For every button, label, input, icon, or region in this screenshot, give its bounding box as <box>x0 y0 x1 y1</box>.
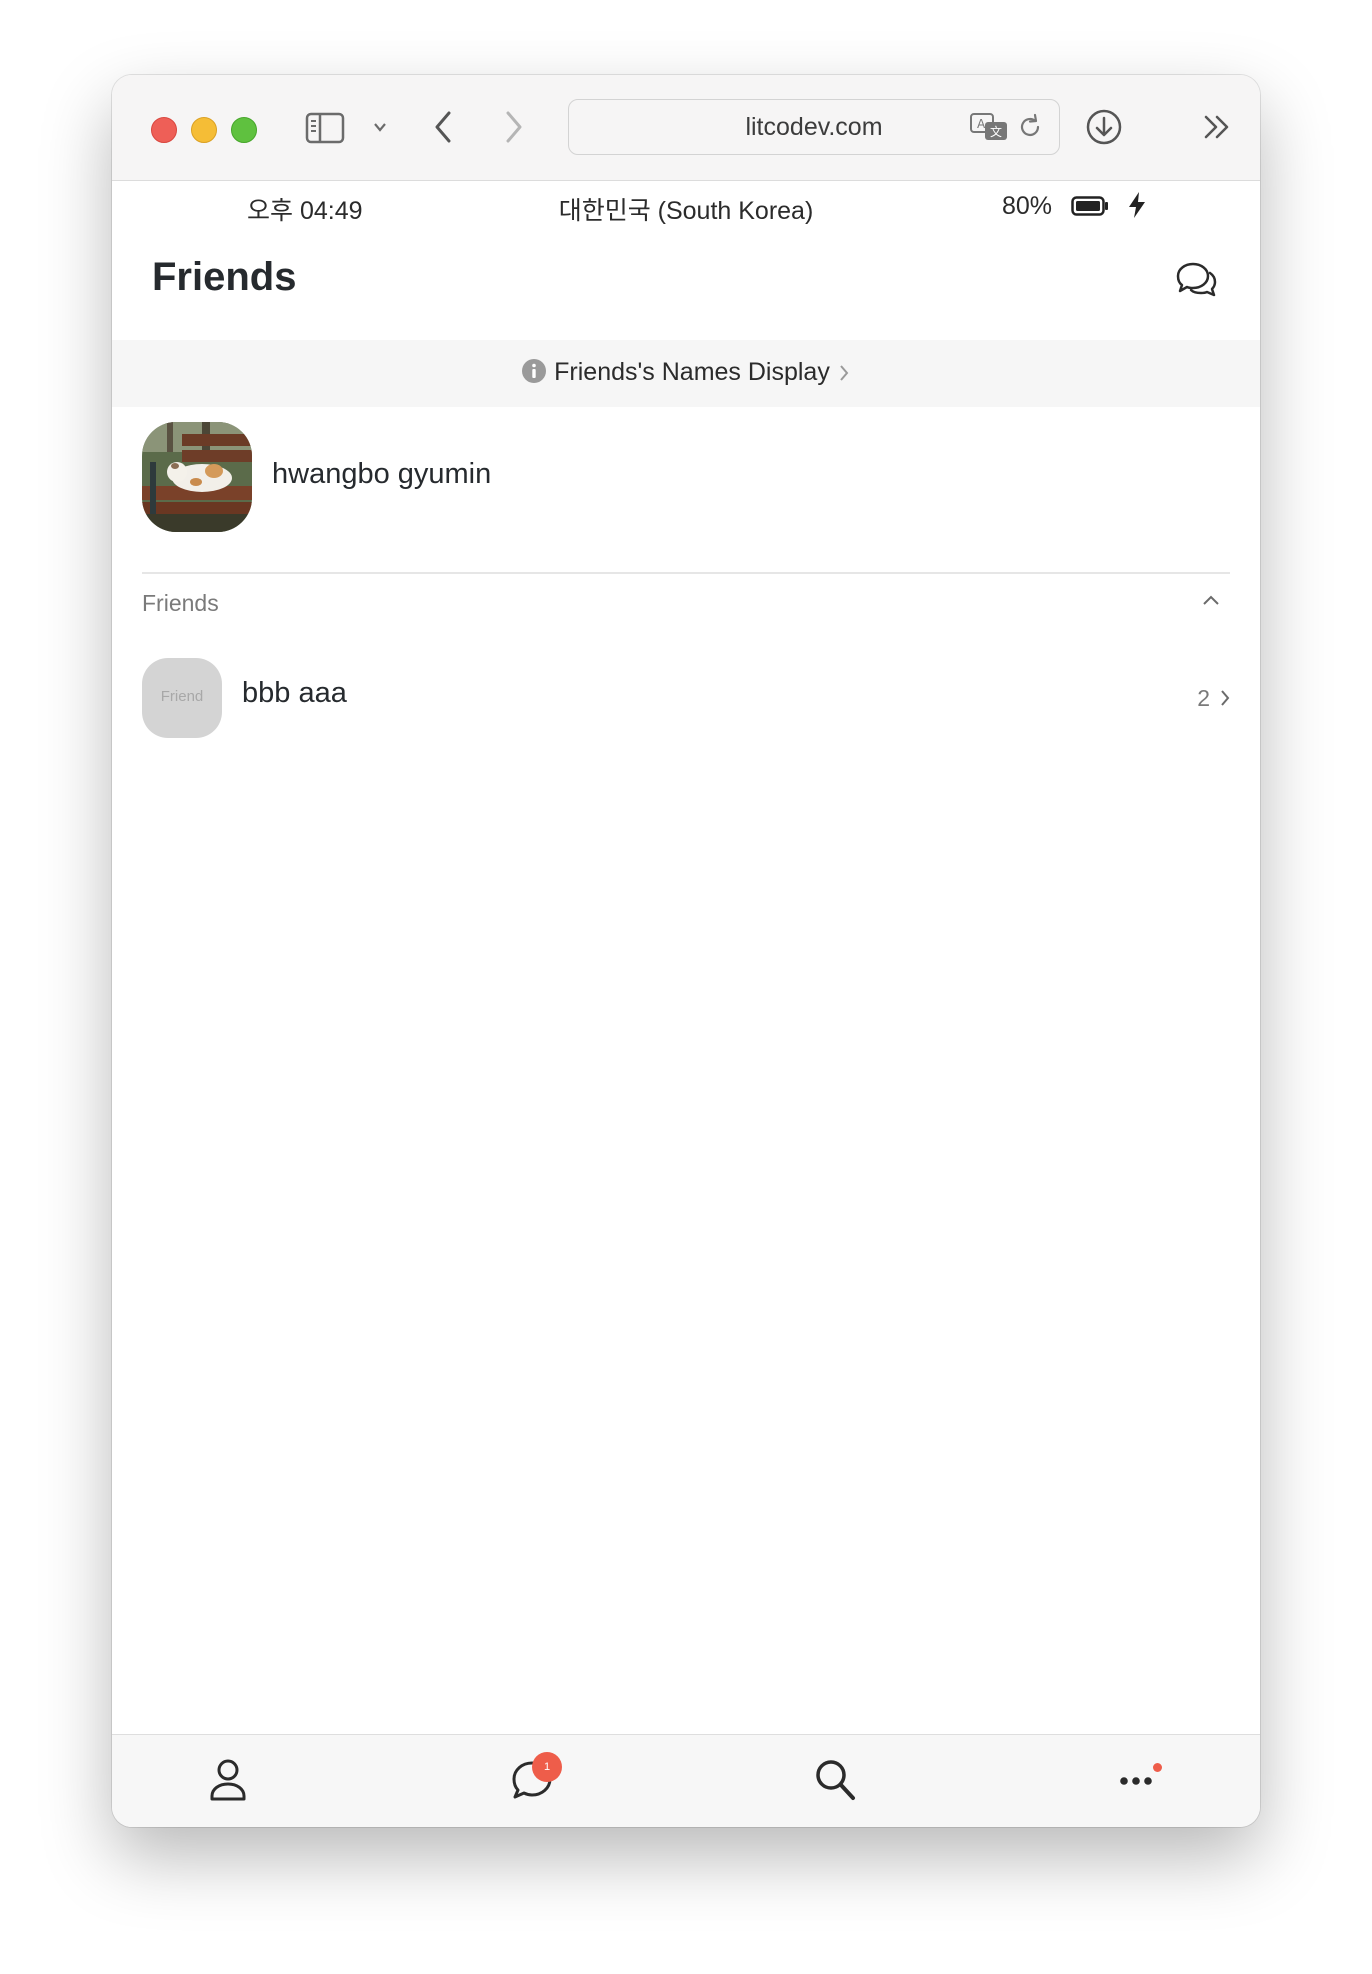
notification-dot <box>1153 1763 1162 1772</box>
chevron-right-icon <box>1221 690 1230 706</box>
double-chevron-right-icon[interactable] <box>1202 112 1234 142</box>
profile-name[interactable]: hwangbo gyumin <box>272 458 491 491</box>
banner-text: Friends's Names Display <box>554 358 830 386</box>
chevron-down-icon[interactable] <box>372 120 388 134</box>
status-battery: 80% <box>1002 191 1148 221</box>
info-icon <box>522 359 547 383</box>
friend-avatar-label: Friend <box>160 688 204 705</box>
battery-icon <box>1071 196 1108 216</box>
chat-tab[interactable]: 1 <box>508 1752 564 1803</box>
friends-section-title: Friends <box>142 590 219 616</box>
chevron-up-icon[interactable] <box>1201 593 1221 607</box>
more-tab[interactable] <box>1118 1763 1168 1793</box>
svg-text:A: A <box>977 117 986 131</box>
search-icon[interactable] <box>813 1757 857 1803</box>
minimize-window-button[interactable] <box>191 117 217 143</box>
chat-badge: 1 <box>532 1752 562 1782</box>
chevron-right-icon <box>840 365 849 381</box>
more-icon <box>1120 1777 1152 1785</box>
banner-content: Friends's Names Display <box>112 358 1260 387</box>
reload-icon[interactable] <box>1015 112 1045 142</box>
divider <box>142 572 1230 574</box>
download-icon[interactable] <box>1084 107 1124 147</box>
open-chat-icon[interactable] <box>1173 260 1219 300</box>
close-window-button[interactable] <box>151 117 177 143</box>
names-display-banner[interactable]: Friends's Names Display <box>112 340 1260 407</box>
cat-on-bench-photo <box>142 422 252 532</box>
svg-text:文: 文 <box>990 124 1002 139</box>
friend-avatar: Friend <box>142 658 222 738</box>
profile-avatar[interactable] <box>142 422 252 532</box>
page-title: Friends <box>152 255 297 299</box>
forward-arrow-icon[interactable] <box>502 109 526 145</box>
battery-percent: 80% <box>1002 192 1053 220</box>
charging-bolt-icon <box>1128 192 1145 218</box>
browser-toolbar: litcodev.com A 文 <box>112 75 1260 181</box>
status-bar: 오후 04:49 대한민국 (South Korea) 80% <box>112 181 1260 231</box>
address-bar[interactable]: litcodev.com A 文 <box>568 99 1060 155</box>
translate-icon[interactable]: A 文 <box>969 112 1009 142</box>
back-arrow-icon[interactable] <box>432 109 456 145</box>
friend-count: 2 <box>1197 685 1210 711</box>
list-item[interactable]: Friend bbb aaa 2 <box>112 655 1260 745</box>
bottom-nav: 1 <box>112 1734 1260 1827</box>
friend-name: bbb aaa <box>242 677 347 709</box>
person-icon[interactable] <box>206 1757 250 1803</box>
browser-window: litcodev.com A 文 오후 04:49 대한민국 (South Ko… <box>112 75 1260 1827</box>
sidebar-icon[interactable] <box>305 112 345 144</box>
zoom-window-button[interactable] <box>231 117 257 143</box>
